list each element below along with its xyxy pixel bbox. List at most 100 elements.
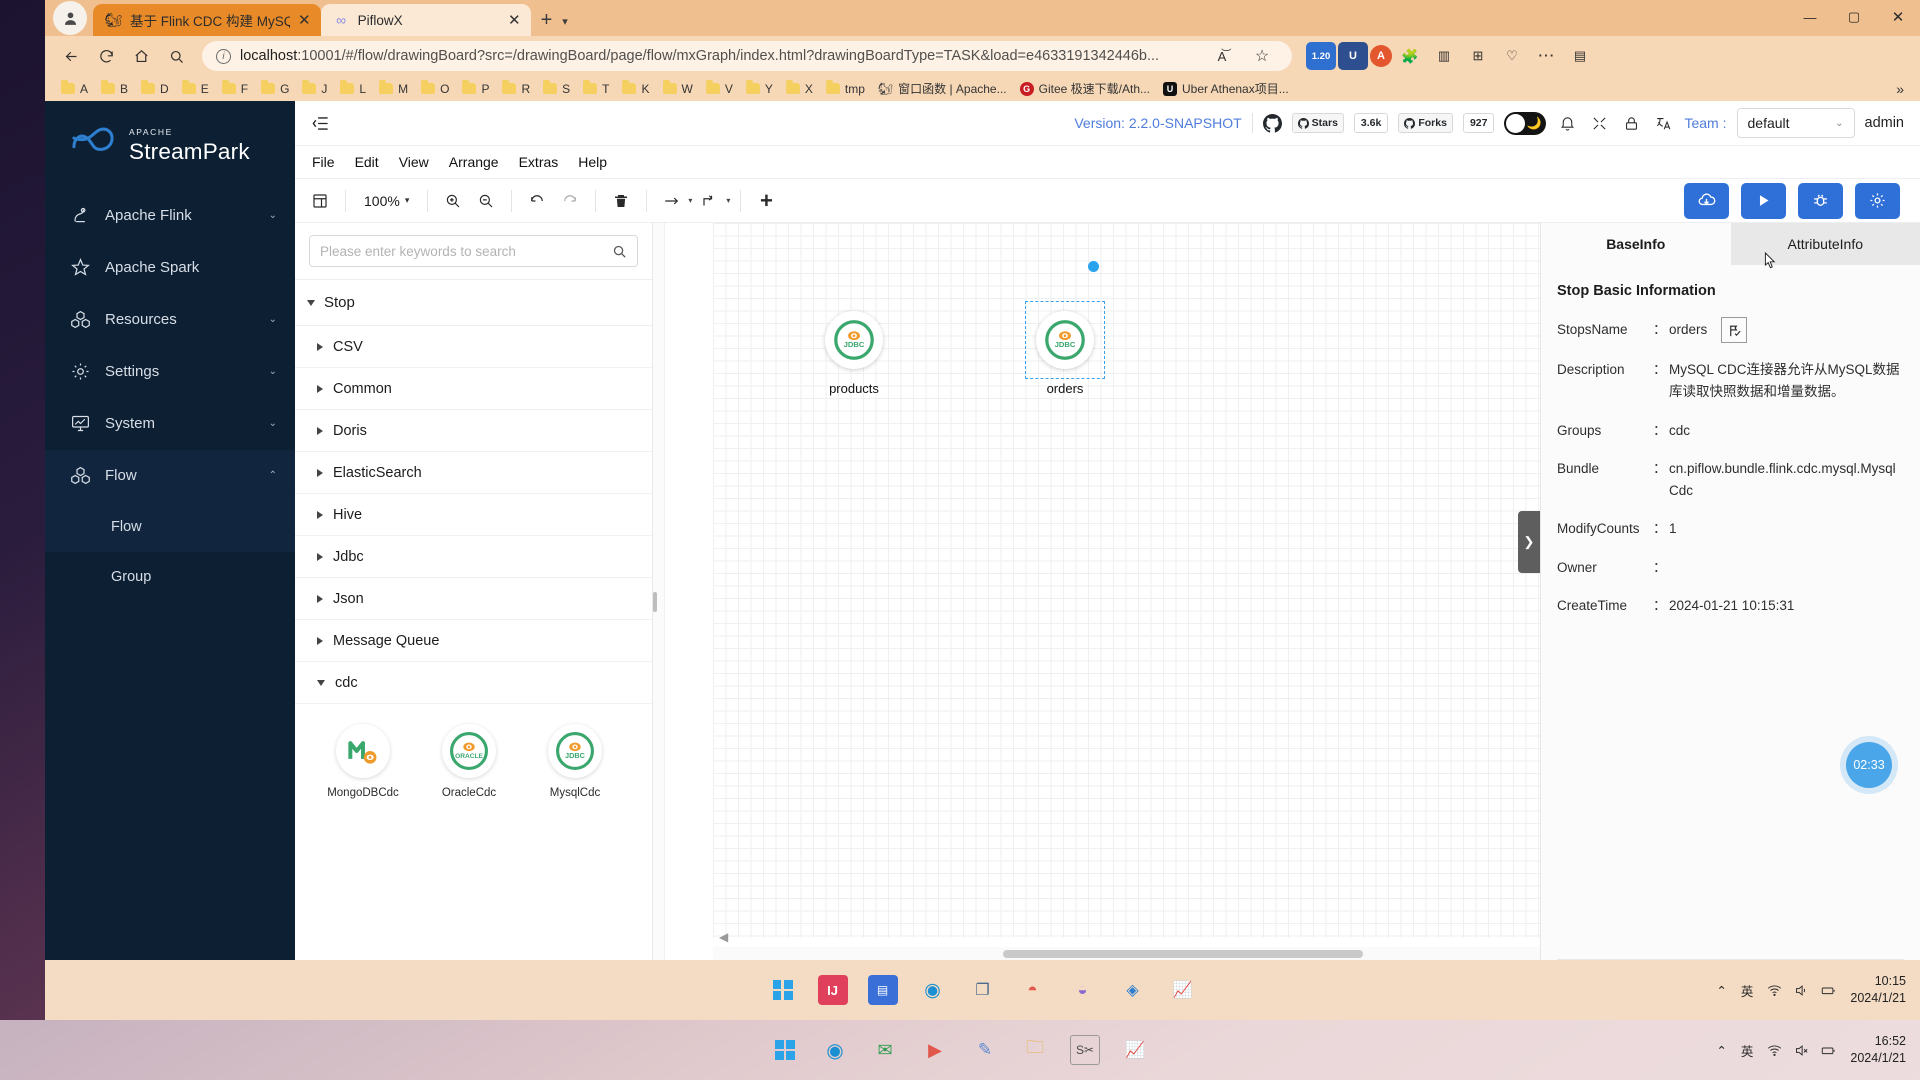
tab-baseinfo[interactable]: BaseInfo — [1541, 223, 1731, 265]
save-flow-button[interactable] — [1684, 183, 1729, 219]
waypoint-icon[interactable] — [695, 186, 725, 216]
fullscreen-icon[interactable] — [1588, 112, 1610, 134]
bookmark-item[interactable]: tmp — [820, 80, 871, 98]
close-icon[interactable]: ✕ — [508, 13, 521, 28]
volume-icon[interactable] — [1794, 983, 1809, 998]
palette-group-common[interactable]: Common — [295, 368, 652, 410]
menu-collapse-icon[interactable] — [309, 113, 331, 133]
ime-indicator[interactable]: 英 — [1741, 1041, 1754, 1060]
bookmark-item[interactable]: X — [780, 80, 819, 98]
search-icon[interactable] — [160, 41, 192, 71]
user-label[interactable]: admin — [1865, 115, 1905, 131]
palette-group-csv[interactable]: CSV — [295, 326, 652, 368]
home-icon[interactable] — [125, 41, 157, 71]
format-panel-icon[interactable] — [305, 186, 335, 216]
address-bar[interactable]: i localhost:10001/#/flow/drawingBoard?sr… — [202, 41, 1292, 71]
wifi-icon[interactable] — [1767, 983, 1782, 998]
sidebar-item-system[interactable]: System ⌄ — [45, 398, 295, 450]
run-flow-button[interactable] — [1741, 183, 1786, 219]
search-box[interactable] — [309, 235, 638, 267]
graph-canvas[interactable]: JDBC products — [713, 223, 1540, 938]
profile-avatar[interactable] — [53, 1, 87, 35]
menu-help[interactable]: Help — [569, 151, 616, 173]
graph-node-products[interactable]: JDBC products — [825, 311, 883, 396]
sidebar-item-settings[interactable]: Settings ⌄ — [45, 346, 295, 398]
browser-tab-1[interactable]: ∞ PiflowX ✕ — [321, 4, 531, 36]
speed-badge-extension[interactable]: 1.20 — [1306, 42, 1336, 70]
read-aloud-icon[interactable]: A͝ — [1206, 41, 1238, 71]
tray-expand-icon[interactable]: ⌃ — [1716, 1043, 1726, 1058]
snipaste-icon[interactable]: S✂ — [1070, 1035, 1100, 1065]
browser-essentials-icon[interactable]: ♡ — [1496, 41, 1528, 71]
undo-icon[interactable] — [522, 186, 552, 216]
bookmarks-overflow-icon[interactable]: » — [1896, 81, 1910, 97]
palette-item-oraclecdc[interactable]: ORACLE OracleCdc — [423, 724, 515, 799]
bookmark-item[interactable]: S — [537, 80, 576, 98]
connection-handle-dot[interactable] — [1088, 261, 1099, 272]
wifi-icon[interactable] — [1767, 1043, 1782, 1058]
zoom-in-icon[interactable] — [438, 186, 468, 216]
bookmark-item[interactable]: L — [334, 80, 372, 98]
chevron-down-icon[interactable]: ▾ — [726, 196, 730, 205]
minimize-button[interactable]: — — [1788, 2, 1832, 32]
sidebar-item-flow[interactable]: Flow ⌃ — [45, 450, 295, 502]
edge-browser-icon[interactable]: ◉ — [820, 1035, 850, 1065]
bookmark-item[interactable]: D — [135, 80, 175, 98]
bell-icon[interactable] — [1556, 112, 1578, 134]
back-icon[interactable] — [55, 41, 87, 71]
settings-more-icon[interactable]: ⋯ — [1530, 41, 1562, 71]
bookmark-item[interactable]: J — [296, 80, 333, 98]
maximize-button[interactable]: ▢ — [1832, 2, 1876, 32]
new-tab-button[interactable]: + — [531, 9, 561, 36]
task-view-icon[interactable]: ❐ — [968, 975, 998, 1005]
bookmark-item[interactable]: R — [496, 80, 536, 98]
collections-icon[interactable]: ⊞ — [1462, 41, 1494, 71]
arrow-icon[interactable] — [657, 186, 687, 216]
media-player-icon[interactable]: ▶ — [920, 1035, 950, 1065]
remote-clock[interactable]: 10:15 2024/1/21 — [1850, 973, 1906, 1007]
team-select[interactable]: default ⌄ — [1737, 108, 1855, 138]
ime-indicator[interactable]: 英 — [1741, 981, 1754, 1000]
sidebar-item-apache-flink[interactable]: Apache Flink ⌄ — [45, 190, 295, 242]
bookmark-item[interactable]: 🐿窗口函数 | Apache... — [872, 78, 1013, 99]
debug-flow-button[interactable] — [1798, 183, 1843, 219]
bookmark-item[interactable]: UUber Athenax项目... — [1157, 78, 1295, 99]
tab-attributeinfo[interactable]: AttributeInfo — [1731, 223, 1920, 265]
bookmark-item[interactable]: E — [176, 80, 215, 98]
file-explorer-icon[interactable]: 🗀 — [1020, 1035, 1050, 1065]
palette-group-doris[interactable]: Doris — [295, 410, 652, 452]
bookmark-item[interactable]: V — [700, 80, 739, 98]
menu-edit[interactable]: Edit — [346, 151, 388, 173]
info-panel-toggle[interactable]: ❯ — [1518, 511, 1540, 573]
adblock-extension[interactable]: A — [1370, 45, 1392, 67]
bitwarden-extension[interactable]: U — [1338, 42, 1368, 70]
zoom-out-icon[interactable] — [471, 186, 501, 216]
menu-view[interactable]: View — [390, 151, 438, 173]
search-icon[interactable] — [612, 244, 627, 259]
panel-splitter-handle[interactable] — [653, 592, 657, 612]
translate-icon[interactable] — [1652, 112, 1674, 134]
rename-flag-icon[interactable] — [1721, 317, 1747, 343]
palette-group-message-queue[interactable]: Message Queue — [295, 620, 652, 662]
canvas-horizontal-scrollbar[interactable] — [713, 947, 1540, 960]
chevron-down-icon[interactable]: ▾ — [560, 15, 574, 36]
sidebar-toggle-icon[interactable]: ▤ — [1564, 41, 1596, 71]
sidebar-subitem-flow[interactable]: Flow — [45, 502, 295, 552]
puzzle-extension-icon[interactable]: 🧩 — [1394, 41, 1426, 71]
tray-expand-icon[interactable]: ⌃ — [1716, 983, 1726, 998]
bookmark-item[interactable]: F — [216, 80, 254, 98]
sidebar-item-apache-spark[interactable]: Apache Spark — [45, 242, 295, 294]
host-clock[interactable]: 16:52 2024/1/21 — [1850, 1033, 1906, 1067]
chart-app-icon[interactable]: 📈 — [1120, 1035, 1150, 1065]
redo-icon[interactable] — [555, 186, 585, 216]
github-forks-pill[interactable]: Forks — [1398, 113, 1453, 133]
streampark-logo[interactable]: APACHE StreamPark — [45, 101, 295, 190]
menu-extras[interactable]: Extras — [510, 151, 568, 173]
close-icon[interactable]: ✕ — [298, 13, 311, 28]
volume-mute-icon[interactable] — [1794, 1043, 1809, 1058]
graph-node-orders[interactable]: JDBC orders — [1036, 311, 1094, 396]
bookmark-item[interactable]: M — [373, 80, 414, 98]
mail-icon[interactable]: ✉ — [870, 1035, 900, 1065]
bookmark-item[interactable]: A — [55, 80, 94, 98]
bookmark-item[interactable]: B — [95, 80, 134, 98]
